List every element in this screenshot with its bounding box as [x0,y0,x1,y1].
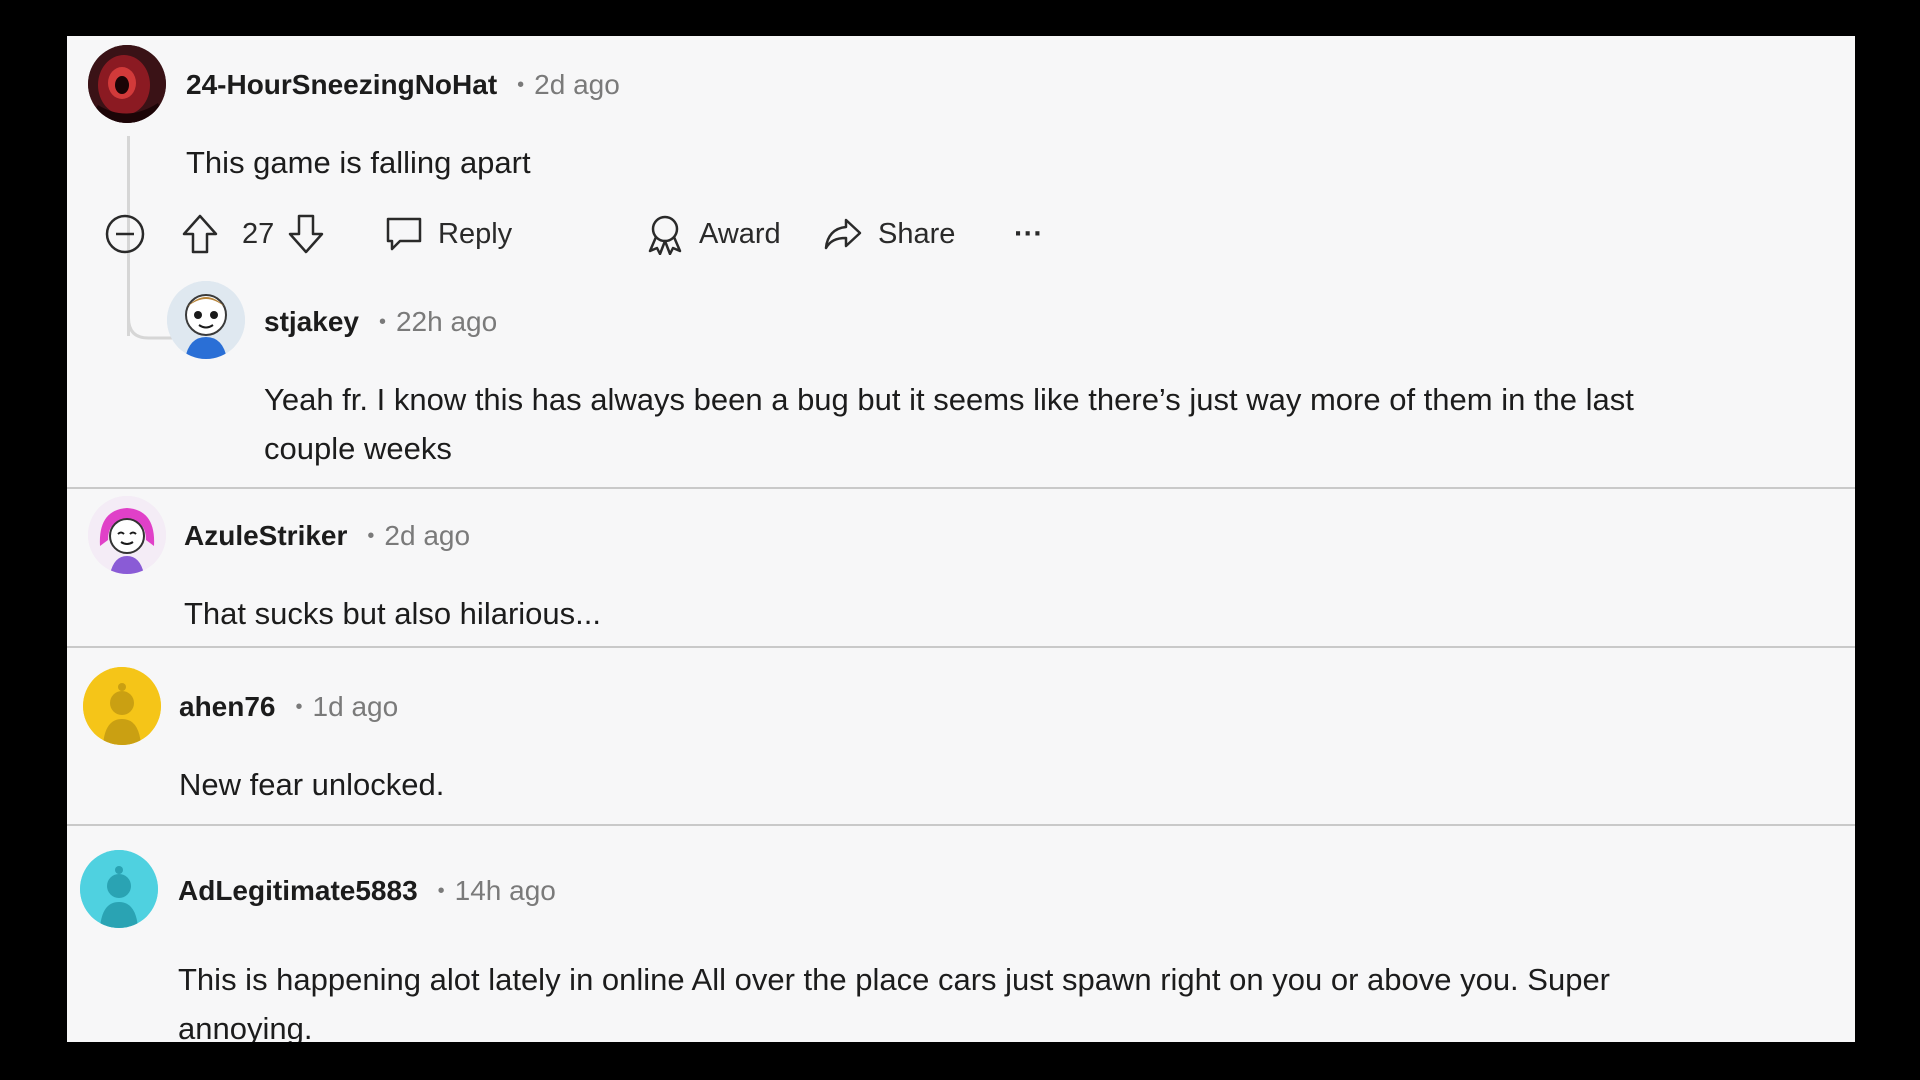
username[interactable]: 24-HourSneezingNoHat [186,69,497,101]
timestamp[interactable]: 2d ago [384,520,470,552]
award-label: Award [699,217,781,250]
yellow-default-snoo-avatar-icon [83,667,161,745]
award-button[interactable]: Award [645,209,781,259]
upvote-arrow-icon [182,214,218,254]
username[interactable]: AdLegitimate5883 [178,875,418,907]
comment-divider [67,487,1855,489]
more-options-button[interactable]: ··· [1014,209,1043,259]
separator-dot: • [367,524,375,547]
comment-body: This is happening alot lately in online … [178,955,1610,1042]
comment-action-bar: 27 Reply Award Share ··· [103,209,1043,259]
reply-button[interactable]: Reply [384,209,512,259]
avatar[interactable] [88,496,166,574]
avatar[interactable] [80,850,158,928]
comment-meta: AdLegitimate5883 • 14h ago [178,871,556,911]
share-button[interactable]: Share [822,209,955,259]
comment-body-line: couple weeks [264,431,452,466]
comment-body-line: annoying. [178,1011,313,1042]
comment-meta: AzuleStriker • 2d ago [184,516,470,556]
comment-divider [67,824,1855,826]
share-arrow-icon [824,218,862,250]
teal-default-snoo-avatar-icon [80,850,158,928]
timestamp[interactable]: 22h ago [396,306,497,338]
reply-label: Reply [438,217,513,250]
share-label: Share [878,217,956,250]
dark-red-creature-avatar-icon [88,45,166,123]
minus-circle-icon [105,214,145,254]
timestamp[interactable]: 1d ago [313,691,399,723]
pink-hair-snoo-avatar-icon [88,496,166,574]
comments-panel: 24-HourSneezingNoHat • 2d ago This game … [67,36,1855,1042]
comment-meta: stjakey • 22h ago [264,302,497,342]
collapse-button[interactable] [103,209,147,259]
comment-body: That sucks but also hilarious... [184,596,601,631]
separator-dot: • [437,879,445,902]
username[interactable]: ahen76 [179,691,276,723]
speech-bubble-icon [386,217,422,251]
comment-meta: ahen76 • 1d ago [179,687,398,727]
username[interactable]: AzuleStriker [184,520,347,552]
separator-dot: • [517,73,525,96]
username[interactable]: stjakey [264,306,359,338]
more-options-icon: ··· [1014,217,1043,250]
upvote-button[interactable] [180,209,220,259]
downvote-button[interactable] [286,209,326,259]
comment-body-line: Yeah fr. I know this has always been a b… [264,382,1634,417]
separator-dot: • [378,310,386,333]
avatar[interactable] [83,667,161,745]
timestamp[interactable]: 2d ago [534,69,620,101]
comment-body: Yeah fr. I know this has always been a b… [264,375,1634,473]
comment-body-line: This is happening alot lately in online … [178,962,1611,997]
comment-divider [67,646,1855,648]
timestamp[interactable]: 14h ago [455,875,556,907]
downvote-arrow-icon [288,214,324,254]
avatar[interactable] [167,281,245,359]
comment-body: New fear unlocked. [179,767,445,802]
award-ribbon-icon [648,215,682,255]
avatar[interactable] [88,45,166,123]
separator-dot: • [295,695,303,718]
vote-count: 27 [242,217,275,250]
comment-body: This game is falling apart [186,145,531,180]
comment-meta: 24-HourSneezingNoHat • 2d ago [186,65,620,105]
cartoon-snoo-avatar-icon [167,281,245,359]
